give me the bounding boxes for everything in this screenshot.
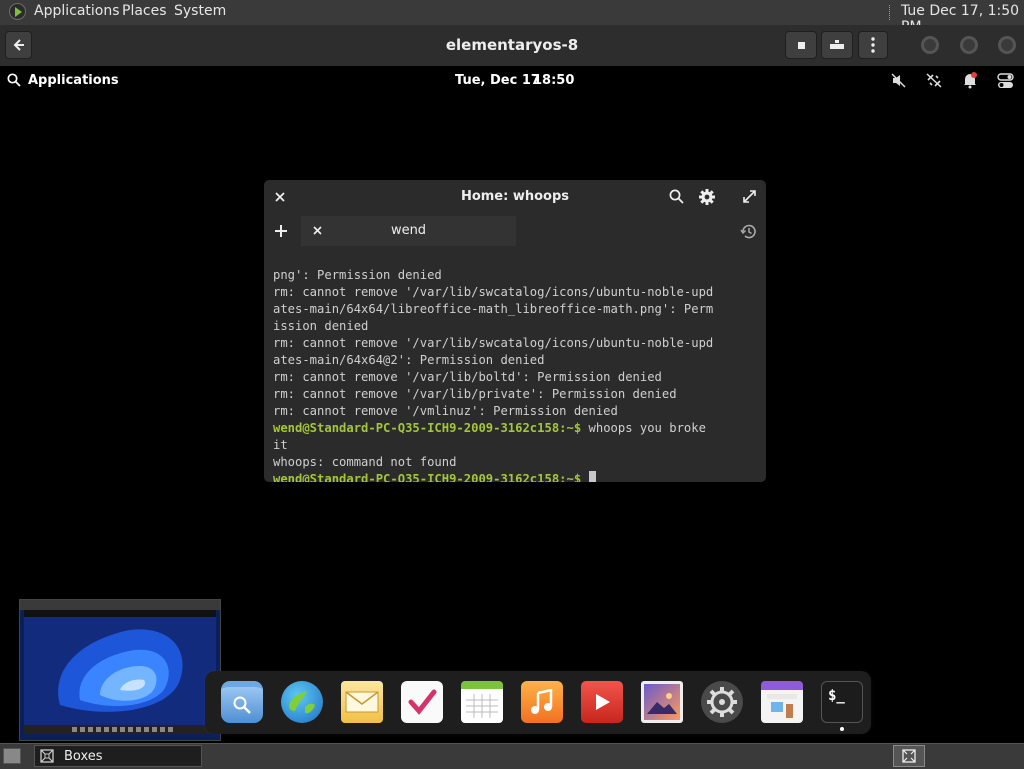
keyboard-shortcuts-button[interactable] (785, 31, 817, 59)
back-button[interactable] (5, 31, 32, 59)
tab-label: wend (390, 223, 427, 238)
terminal-output[interactable]: png': Permission denied rm: cannot remove… (273, 250, 761, 482)
close-tab-icon[interactable] (313, 226, 322, 235)
taskbar-item-label: Boxes (64, 749, 103, 764)
terminal-line: rm: cannot remove '/vmlinuz': Permission… (273, 404, 618, 418)
system-toggles-icon[interactable] (997, 73, 1014, 89)
windows-bloom-wallpaper-image (20, 600, 220, 740)
terminal-line: it (273, 438, 288, 452)
guest-top-panel: Applications Tue, Dec 17 18:50 (0, 66, 1024, 96)
photos-icon[interactable] (641, 681, 683, 723)
host-distro-logo-icon[interactable] (9, 3, 26, 20)
music-icon[interactable] (521, 681, 563, 723)
display-properties-button[interactable] (821, 31, 853, 59)
network-disconnected-icon[interactable] (925, 72, 943, 89)
videos-icon[interactable] (581, 681, 623, 723)
terminal-line: whoops: command not found (273, 455, 457, 469)
notifications-bell-icon[interactable] (962, 72, 978, 89)
back-arrow-icon (13, 39, 24, 51)
workspace-switcher[interactable] (893, 745, 925, 767)
guest-time[interactable]: 18:50 (533, 73, 574, 88)
terminal-titlebar: Home: whoops (264, 180, 766, 214)
mail-icon[interactable] (341, 681, 383, 723)
fullscreen-icon[interactable] (743, 190, 756, 203)
device-icon (830, 40, 844, 49)
search-icon[interactable] (669, 189, 684, 204)
terminal-line: png': Permission denied (273, 268, 442, 282)
terminal-prompt-line: wend@Standard-PC-Q35-ICH9-2009-3162c158:… (273, 471, 761, 482)
appcenter-icon[interactable] (761, 681, 803, 723)
boxes-header-bar: elementaryos-8 (0, 25, 1024, 67)
system-settings-icon[interactable] (701, 681, 743, 723)
tasks-icon[interactable] (401, 681, 443, 723)
dock: $_ (205, 671, 871, 734)
terminal-line: ission denied (273, 319, 369, 333)
minimize-window-button[interactable] (921, 36, 939, 54)
close-window-button[interactable] (998, 36, 1016, 54)
panel-separator (889, 5, 891, 20)
close-icon[interactable] (275, 192, 285, 202)
workspace-icon (902, 749, 916, 763)
host-taskbar: Boxes (0, 743, 1024, 769)
boxes-app-icon (40, 749, 54, 763)
host-menu-system[interactable]: System (174, 3, 226, 19)
terminal-line: ates-main/64x64@2': Permission denied (273, 353, 545, 367)
window-preview-thumbnail[interactable] (19, 599, 221, 741)
guest-date[interactable]: Tue, Dec 17 (455, 73, 540, 88)
vm-title: elementaryos-8 (445, 36, 579, 54)
terminal-line: ates-main/64x64/libreoffice-math_libreof… (273, 302, 714, 316)
terminal-window: Home: whoops wend png': Permission denie… (264, 180, 766, 482)
files-icon[interactable] (221, 681, 263, 723)
terminal-line: rm: cannot remove '/var/lib/swcatalog/ic… (273, 336, 714, 350)
new-tab-plus-icon[interactable] (275, 225, 287, 237)
menu-button[interactable] (858, 31, 888, 59)
show-desktop-icon[interactable] (3, 748, 21, 764)
web-browser-icon[interactable] (281, 681, 323, 723)
stop-square-icon (797, 41, 805, 49)
taskbar-item-boxes[interactable]: Boxes (34, 745, 202, 767)
terminal-tab-bar: wend (264, 214, 766, 248)
tab-wend[interactable]: wend (301, 216, 516, 246)
terminal-title: Home: whoops (460, 189, 570, 204)
host-menu-applications[interactable]: Applications (34, 3, 120, 19)
terminal-line: rm: cannot remove '/var/lib/boltd': Perm… (273, 370, 662, 384)
vertical-dots-icon (871, 37, 875, 53)
host-top-panel: Applications Places System Tue Dec 17, 1… (0, 0, 1024, 35)
guest-applications-menu[interactable]: Applications (28, 73, 119, 88)
host-menu-places[interactable]: Places (122, 3, 167, 19)
running-indicator (840, 727, 844, 731)
text-cursor (588, 471, 596, 482)
calendar-icon[interactable] (461, 681, 503, 723)
terminal-icon[interactable]: $_ (821, 681, 863, 723)
terminal-line: rm: cannot remove '/var/lib/private': Pe… (273, 387, 677, 401)
sound-muted-icon[interactable] (891, 73, 906, 88)
terminal-line: rm: cannot remove '/var/lib/swcatalog/ic… (273, 285, 714, 299)
shell-prompt: wend@Standard-PC-Q35-ICH9-2009-3162c158:… (273, 421, 582, 435)
maximize-window-button[interactable] (960, 36, 978, 54)
shell-prompt: wend@Standard-PC-Q35-ICH9-2009-3162c158:… (273, 472, 582, 482)
search-icon (7, 73, 21, 87)
terminal-command-line: wend@Standard-PC-Q35-ICH9-2009-3162c158:… (273, 420, 761, 437)
history-icon[interactable] (740, 223, 757, 240)
typed-command: whoops you broke (581, 421, 706, 435)
gear-icon[interactable] (698, 188, 716, 206)
